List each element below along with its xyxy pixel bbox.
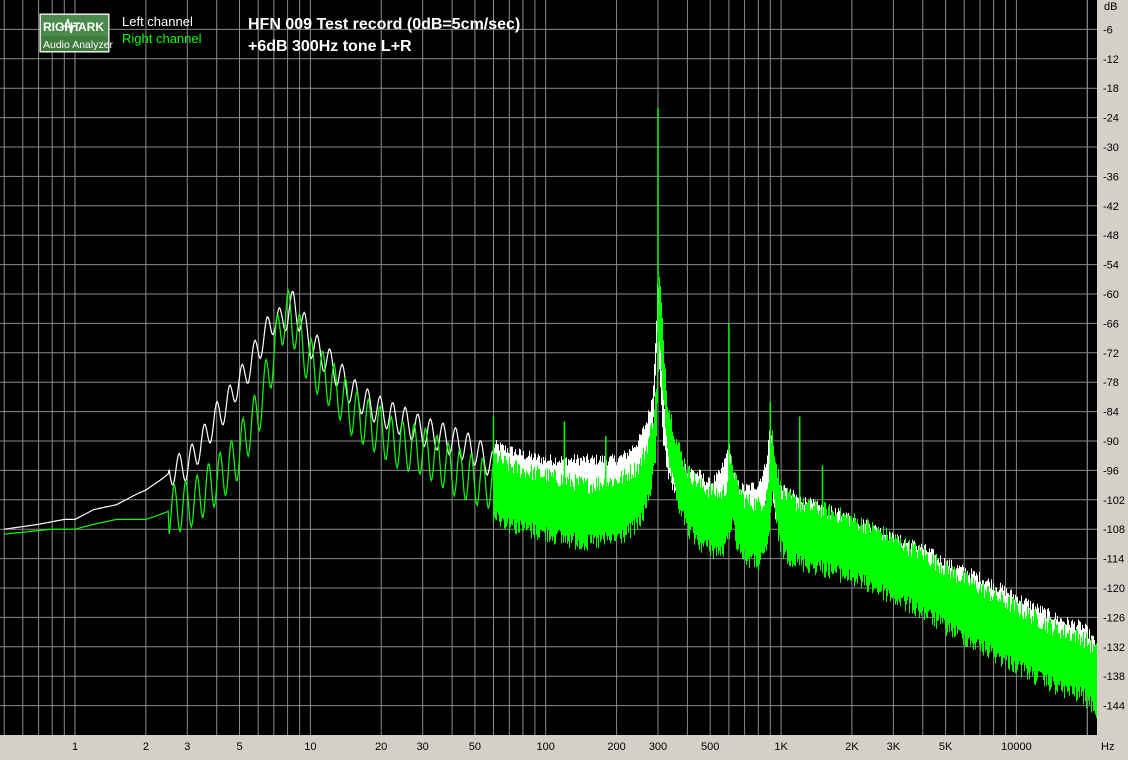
y-tick-label: -6 bbox=[1103, 24, 1113, 36]
logo-text-right: RIGHT bbox=[43, 20, 81, 34]
y-tick-label: -90 bbox=[1103, 436, 1119, 448]
x-tick-label: 10000 bbox=[1001, 741, 1032, 753]
y-tick-label: -102 bbox=[1103, 495, 1125, 507]
y-tick-label: -24 bbox=[1103, 113, 1119, 125]
y-tick-label: -78 bbox=[1103, 377, 1119, 389]
y-tick-label: -96 bbox=[1103, 465, 1119, 477]
y-tick-label: -12 bbox=[1103, 54, 1119, 66]
x-tick-label: 500 bbox=[701, 741, 719, 753]
x-tick-label: 10 bbox=[304, 741, 316, 753]
x-axis-unit: Hz bbox=[1101, 741, 1114, 753]
y-tick-label: -30 bbox=[1103, 142, 1119, 154]
logo-text-audio-analyzer: Audio Analyzer bbox=[43, 39, 114, 51]
x-tick-label: 200 bbox=[607, 741, 625, 753]
y-tick-label: -42 bbox=[1103, 201, 1119, 213]
x-tick-label: 1K bbox=[774, 741, 788, 753]
logo-text-ark: ARK bbox=[78, 20, 104, 34]
y-tick-label: -132 bbox=[1103, 642, 1125, 654]
y-tick-label: -72 bbox=[1103, 348, 1119, 360]
x-tick-label: 300 bbox=[649, 741, 667, 753]
y-tick-label: -126 bbox=[1103, 612, 1125, 624]
y-tick-label: -114 bbox=[1103, 554, 1124, 566]
x-tick-label: 2K bbox=[845, 741, 859, 753]
rightmark-logo: RIGHT ARK Audio Analyzer bbox=[39, 13, 114, 53]
y-tick-label: -66 bbox=[1103, 318, 1119, 330]
y-tick-label: -60 bbox=[1103, 289, 1119, 301]
y-tick-label: -18 bbox=[1103, 83, 1119, 95]
y-tick-label: -108 bbox=[1103, 524, 1125, 536]
x-tick-label: 3K bbox=[887, 741, 901, 753]
y-tick-label: -48 bbox=[1103, 230, 1119, 242]
x-tick-label: 5 bbox=[236, 741, 242, 753]
y-tick-label: -84 bbox=[1103, 407, 1119, 419]
x-tick-label: 5K bbox=[939, 741, 953, 753]
y-axis-unit: dB bbox=[1104, 1, 1117, 13]
x-tick-label: 100 bbox=[537, 741, 555, 753]
y-tick-label: -120 bbox=[1103, 583, 1125, 595]
x-tick-label: 1 bbox=[72, 741, 78, 753]
analyzer-window: -6 -12 -18 -24 -30 -36 -42 -48 -54 -60 -66 -72 -78 -8… bbox=[0, 0, 1128, 755]
plot-area bbox=[0, 0, 1097, 735]
x-tick-label: 30 bbox=[417, 741, 429, 753]
chart-subtitle: +6dB 300Hz tone L+R bbox=[248, 38, 412, 55]
y-tick-label: -36 bbox=[1103, 171, 1119, 183]
spectrum-chart: -6 -12 -18 -24 -30 -36 -42 -48 -54 -60 -66 -72 -78 -8… bbox=[0, 0, 1128, 755]
y-tick-label: -54 bbox=[1103, 260, 1119, 272]
chart-title: HFN 009 Test record (0dB=5cm/sec) bbox=[248, 16, 520, 33]
x-tick-label: 50 bbox=[469, 741, 481, 753]
y-tick-label: -144 bbox=[1103, 701, 1125, 713]
y-tick-label: -138 bbox=[1103, 671, 1125, 683]
legend-left-channel: Left channel bbox=[122, 14, 193, 29]
x-tick-label: 20 bbox=[375, 741, 387, 753]
x-tick-label: 3 bbox=[184, 741, 190, 753]
legend-right-channel: Right channel bbox=[122, 31, 202, 46]
x-tick-label: 2 bbox=[143, 741, 149, 753]
